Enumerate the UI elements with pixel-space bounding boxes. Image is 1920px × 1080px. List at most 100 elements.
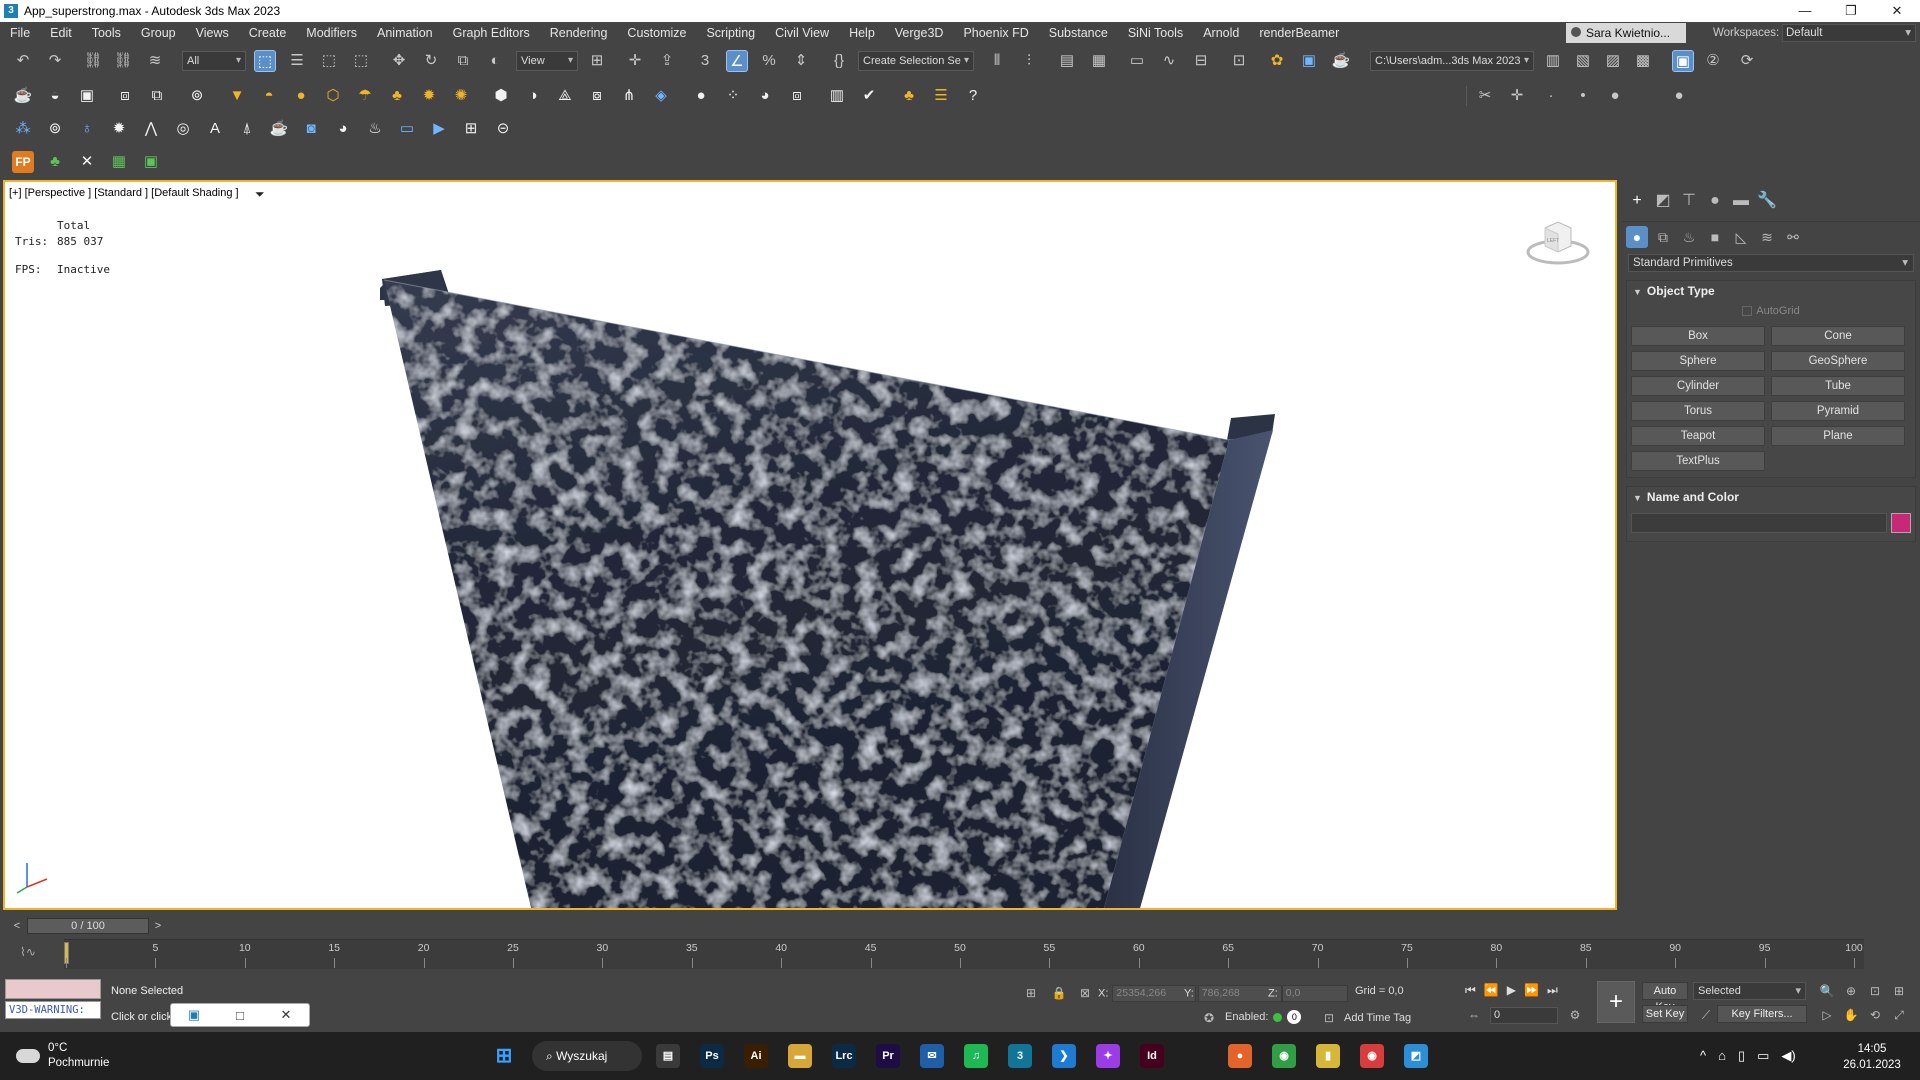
menu-tools[interactable]: Tools	[82, 22, 131, 44]
cameras-icon[interactable]: ■	[1704, 226, 1726, 248]
scene-explorer-icon[interactable]: ▤	[1056, 50, 1078, 72]
cylinder-button[interactable]: Cylinder	[1631, 376, 1765, 396]
teapot-icon[interactable]: ☕	[12, 85, 34, 107]
snaps-toggle-icon[interactable]: 3	[694, 50, 716, 72]
object-name-input[interactable]	[1631, 513, 1887, 533]
ipr-icon[interactable]: ▶	[428, 118, 450, 140]
sync-icon[interactable]: ⟳	[1736, 50, 1758, 72]
geosphere-button[interactable]: GeoSphere	[1771, 351, 1905, 371]
start-menu-icon[interactable]: ⊞	[492, 1044, 516, 1068]
maxscript-listener-input[interactable]	[5, 979, 101, 999]
taskbar-search[interactable]: ⌕ Wyszukaj	[532, 1041, 642, 1071]
arnold-render-icon[interactable]: ◙	[300, 118, 322, 140]
menu-file[interactable]: File	[0, 22, 40, 44]
selection-filter-select[interactable]: All	[182, 51, 246, 71]
texture-icon[interactable]: ◕	[754, 85, 776, 107]
time-slider-prev-button[interactable]: <	[10, 918, 24, 934]
help-icon[interactable]: ?	[962, 85, 984, 107]
merge-icon[interactable]: ⊞	[460, 118, 482, 140]
menu-phoenix-fd[interactable]: Phoenix FD	[953, 22, 1038, 44]
keyboard-shortcut-override-icon[interactable]: ⇪	[656, 50, 678, 72]
hierarchy-tab-icon[interactable]: ⊤	[1678, 190, 1700, 212]
tree-icon[interactable]: ⋀	[140, 118, 162, 140]
select-by-name-icon[interactable]: ☰	[286, 50, 308, 72]
dome-light-icon[interactable]: ◓	[258, 85, 280, 107]
layer-explorer-icon[interactable]: ▦	[1088, 50, 1110, 72]
chrome-app-icon[interactable]: ◉	[1272, 1044, 1296, 1068]
decal-icon[interactable]: ⧇	[586, 85, 608, 107]
forest-pack-icon[interactable]: FP	[12, 151, 34, 173]
space-warps-icon[interactable]: ≋	[1756, 226, 1778, 248]
camera-tool-icon[interactable]: ⊚	[186, 85, 208, 107]
illustrator-app-icon[interactable]: Ai	[744, 1044, 768, 1068]
menu-create[interactable]: Create	[239, 22, 297, 44]
photoshop-app-icon[interactable]: Ps	[700, 1044, 724, 1068]
go-to-start-icon[interactable]: ⏮	[1465, 983, 1476, 998]
3dsmax-app-icon[interactable]: 3	[1008, 1044, 1032, 1068]
close-button[interactable]: ✕	[1874, 0, 1920, 22]
stand-in-icon[interactable]: ⍋	[236, 118, 258, 140]
plant-icon[interactable]: ♣	[898, 85, 920, 107]
sun-light-icon[interactable]: ✹	[418, 85, 440, 107]
box-tool-icon[interactable]: ▣	[76, 85, 98, 107]
create-tab-icon[interactable]: +	[1626, 190, 1648, 212]
reference-coordinate-select[interactable]: View	[516, 51, 578, 71]
box-button[interactable]: Box	[1631, 326, 1765, 346]
indesign-app-icon[interactable]: Id	[1140, 1044, 1164, 1068]
tube-button[interactable]: Tube	[1771, 376, 1905, 396]
tray-volume-icon[interactable]: ◀)	[1781, 1048, 1795, 1064]
lights-icon[interactable]: ♨	[1678, 226, 1700, 248]
project-folder-select[interactable]: C:\Users\adm...3ds Max 2023	[1370, 51, 1534, 71]
modify-tab-icon[interactable]: ◩	[1652, 190, 1674, 212]
material-ball-icon[interactable]: ●	[690, 85, 712, 107]
ufo-icon[interactable]: ⊝	[492, 118, 514, 140]
orbit-icon[interactable]: ⟲	[1866, 1006, 1884, 1024]
motion-tab-icon[interactable]: ●	[1704, 190, 1726, 212]
menu-verge3d[interactable]: Verge3D	[885, 22, 954, 44]
spotify-app-icon[interactable]: ♫	[964, 1044, 988, 1068]
mirror-icon[interactable]: ⫴	[986, 50, 1008, 72]
rendered-frame-window-icon[interactable]: ▣	[1298, 50, 1320, 72]
angle-snap-icon[interactable]: ∠	[726, 50, 748, 72]
autogrid-checkbox[interactable]: AutoGrid	[1627, 301, 1915, 321]
toggle-ribbon-icon[interactable]: ▭	[1126, 50, 1148, 72]
object-color-swatch[interactable]	[1891, 513, 1911, 533]
asset-tracking-icon[interactable]: ▨	[1602, 50, 1624, 72]
image-app-icon[interactable]: ◩	[1404, 1044, 1428, 1068]
pyramid-button[interactable]: Pyramid	[1771, 401, 1905, 421]
time-slider[interactable]: 0 / 100	[27, 918, 149, 934]
time-tag-icon[interactable]: ⊡	[1320, 1009, 1338, 1027]
menu-customize[interactable]: Customize	[617, 22, 696, 44]
menu-scripting[interactable]: Scripting	[696, 22, 765, 44]
maxscript-output-field[interactable]: V3D-WARNING:	[5, 1001, 101, 1019]
popup-close-icon[interactable]: ✕	[263, 1007, 309, 1023]
key-filters-button[interactable]: Key Filters...	[1717, 1005, 1807, 1023]
plane-button[interactable]: Plane	[1771, 426, 1905, 446]
spinner-snap-icon[interactable]: ⇕	[790, 50, 812, 72]
time-slider-next-button[interactable]: >	[151, 918, 165, 934]
save-incremental-icon[interactable]: ▣	[1672, 50, 1694, 72]
tray-network-icon[interactable]: ⌂	[1718, 1048, 1726, 1064]
physical-camera-icon[interactable]: ⊚	[44, 118, 66, 140]
auto-key-button[interactable]: Auto Key	[1642, 982, 1688, 1013]
firefox-app-icon[interactable]: ●	[1228, 1044, 1252, 1068]
move-icon[interactable]: ✥	[388, 50, 410, 72]
shapes-icon[interactable]: ⧉	[1652, 226, 1674, 248]
skydome-icon[interactable]: ✹	[108, 118, 130, 140]
systems-icon[interactable]: ⚯	[1782, 226, 1804, 248]
set-keys-plus-icon[interactable]: +	[1597, 981, 1635, 1023]
project-browser-icon[interactable]: ▩	[1632, 50, 1654, 72]
menu-group[interactable]: Group	[131, 22, 186, 44]
field-of-view-icon[interactable]: ▷	[1818, 1006, 1836, 1024]
project-folder-icon[interactable]: ▥	[1542, 50, 1564, 72]
selection-lock-icon[interactable]: 🔒	[1050, 984, 1068, 1002]
placement-icon[interactable]: ◐	[484, 50, 506, 72]
tools-icon[interactable]: ✕	[76, 151, 98, 173]
menu-views[interactable]: Views	[186, 22, 239, 44]
cone-button[interactable]: Cone	[1771, 326, 1905, 346]
bind-space-warp-icon[interactable]: ≋	[144, 50, 166, 72]
primitive-category-select[interactable]: Standard Primitives	[1628, 254, 1914, 272]
viewcube[interactable]: LEFT	[1525, 216, 1591, 266]
current-frame-field[interactable]: 0	[1490, 1007, 1558, 1024]
log-icon[interactable]: ☰	[930, 85, 952, 107]
